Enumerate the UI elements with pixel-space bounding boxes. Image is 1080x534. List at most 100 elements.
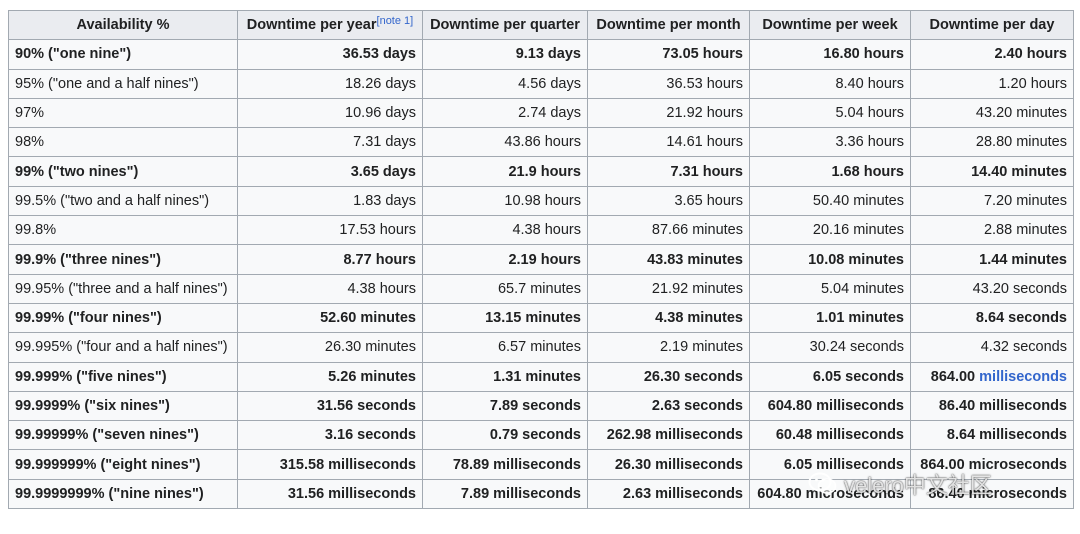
cell-downtime-quarter: 78.89 milliseconds [422, 449, 588, 480]
cell-availability: 99% ("two nines") [8, 156, 238, 187]
cell-downtime-day: 43.20 minutes [910, 97, 1074, 129]
table-row: 99.95% ("three and a half nines") 4.38 ho… [8, 273, 1074, 304]
cell-availability: 90% ("one nine") [8, 39, 238, 70]
cell-downtime-day: 86.40 milliseconds [910, 390, 1074, 422]
cell-downtime-month: 87.66 minutes [587, 215, 750, 246]
cell-availability: 97% [8, 97, 238, 129]
header-downtime-quarter[interactable]: Downtime per quarter [422, 9, 588, 41]
cell-downtime-week: 60.48 milliseconds [749, 420, 911, 451]
cell-downtime-month: 73.05 hours [587, 39, 750, 70]
cell-downtime-quarter: 65.7 minutes [422, 273, 588, 304]
table-row: 90% ("one nine") 36.53 days 9.13 days 73.05… [8, 39, 1074, 70]
cell-downtime-month: 4.38 minutes [587, 302, 750, 334]
table-row: 99.9999999% ("nine nines") 31.56 millisec… [8, 478, 1074, 510]
cell-downtime-month: 43.83 minutes [587, 244, 750, 275]
cell-downtime-quarter: 2.19 hours [422, 244, 588, 275]
cell-downtime-year: 31.56 milliseconds [237, 478, 423, 510]
cell-downtime-day: 1.20 hours [910, 68, 1074, 99]
cell-downtime-year: 315.58 milliseconds [237, 449, 423, 480]
cell-downtime-day: 43.20 seconds [910, 273, 1074, 304]
cell-downtime-year: 17.53 hours [237, 215, 423, 246]
cell-downtime-week: 16.80 hours [749, 39, 911, 70]
cell-downtime-day: 7.20 minutes [910, 185, 1074, 217]
cell-availability: 99.99999% ("seven nines") [8, 420, 238, 451]
cell-downtime-quarter: 43.86 hours [422, 127, 588, 158]
cell-availability: 99.999999% ("eight nines") [8, 449, 238, 480]
cell-downtime-week: 10.08 minutes [749, 244, 911, 275]
cell-availability: 98% [8, 127, 238, 158]
cell-downtime-day: 14.40 minutes [910, 156, 1074, 187]
cell-downtime-day: 86.40 microseconds [910, 478, 1074, 510]
cell-downtime-week: 604.80 microseconds [749, 478, 911, 510]
cell-downtime-week: 6.05 milliseconds [749, 449, 911, 480]
table-row: 98% 7.31 days 43.86 hours 14.61 hours 3.36 h… [8, 127, 1074, 158]
availability-table: Availability % Downtime per year[note 1]… [8, 9, 1074, 510]
cell-downtime-day: 8.64 seconds [910, 302, 1074, 334]
table-row: 99.999% ("five nines") 5.26 minutes 1.31 m… [8, 361, 1074, 392]
header-downtime-week[interactable]: Downtime per week [749, 9, 911, 41]
cell-downtime-day: 4.32 seconds [910, 332, 1074, 363]
cell-downtime-year: 18.26 days [237, 68, 423, 99]
cell-downtime-month: 26.30 milliseconds [587, 449, 750, 480]
table-row: 99.8% 17.53 hours 4.38 hours 87.66 minutes 2… [8, 215, 1074, 246]
cell-downtime-quarter: 6.57 minutes [422, 332, 588, 363]
cell-downtime-year: 31.56 seconds [237, 390, 423, 422]
cell-downtime-week: 5.04 minutes [749, 273, 911, 304]
cell-downtime-week: 5.04 hours [749, 97, 911, 129]
cell-downtime-week: 1.01 minutes [749, 302, 911, 334]
header-downtime-month[interactable]: Downtime per month [587, 9, 750, 41]
table-row: 99.995% ("four and a half nines") 26.30 m… [8, 332, 1074, 363]
table-row: 99.999999% ("eight nines") 315.58 millise… [8, 449, 1074, 480]
cell-downtime-week: 6.05 seconds [749, 361, 911, 392]
table-row: 99.99999% ("seven nines") 3.16 seconds 0.7… [8, 420, 1074, 451]
header-availability[interactable]: Availability % [8, 9, 238, 41]
cell-downtime-year: 7.31 days [237, 127, 423, 158]
cell-downtime-year: 4.38 hours [237, 273, 423, 304]
cell-availability: 99.9999999% ("nine nines") [8, 478, 238, 510]
cell-downtime-quarter: 4.38 hours [422, 215, 588, 246]
table-row: 95% ("one and a half nines") 18.26 days 4.… [8, 68, 1074, 99]
header-downtime-day[interactable]: Downtime per day [910, 9, 1074, 41]
cell-downtime-quarter: 2.74 days [422, 97, 588, 129]
cell-downtime-year: 10.96 days [237, 97, 423, 129]
availability-table-container: Availability % Downtime per year[note 1]… [8, 9, 1074, 510]
cell-downtime-year: 26.30 minutes [237, 332, 423, 363]
cell-value: 864.00 [930, 368, 980, 385]
cell-downtime-quarter: 4.56 days [422, 68, 588, 99]
table-row: 99.9999% ("six nines") 31.56 seconds 7.89 … [8, 390, 1074, 422]
cell-downtime-month: 2.19 minutes [587, 332, 750, 363]
note-1-link[interactable]: [note 1] [377, 15, 414, 27]
cell-downtime-month: 21.92 hours [587, 97, 750, 129]
cell-downtime-quarter: 10.98 hours [422, 185, 588, 217]
cell-downtime-day: 864.00 microseconds [910, 449, 1074, 480]
cell-downtime-month: 2.63 milliseconds [587, 478, 750, 510]
cell-availability: 99.9% ("three nines") [8, 244, 238, 275]
cell-downtime-year: 1.83 days [237, 185, 423, 217]
table-body: 90% ("one nine") 36.53 days 9.13 days 73.05… [8, 39, 1074, 510]
cell-availability: 99.9999% ("six nines") [8, 390, 238, 422]
cell-downtime-week: 20.16 minutes [749, 215, 911, 246]
cell-availability: 99.999% ("five nines") [8, 361, 238, 392]
cell-downtime-quarter: 21.9 hours [422, 156, 588, 187]
cell-downtime-quarter: 7.89 seconds [422, 390, 588, 422]
milliseconds-link[interactable]: milliseconds [979, 369, 1067, 385]
cell-downtime-month: 36.53 hours [587, 68, 750, 99]
cell-downtime-month: 26.30 seconds [587, 361, 750, 392]
cell-downtime-quarter: 1.31 minutes [422, 361, 588, 392]
cell-downtime-year: 52.60 minutes [237, 302, 423, 334]
cell-downtime-day: 2.40 hours [910, 39, 1074, 70]
cell-downtime-week: 30.24 seconds [749, 332, 911, 363]
cell-availability: 99.99% ("four nines") [8, 302, 238, 334]
cell-downtime-month: 262.98 milliseconds [587, 420, 750, 451]
header-downtime-year[interactable]: Downtime per year[note 1] [237, 9, 423, 41]
table-row: 97% 10.96 days 2.74 days 21.92 hours 5.04 ho… [8, 97, 1074, 129]
table-row: 99% ("two nines") 3.65 days 21.9 hours 7.31… [8, 156, 1074, 187]
cell-downtime-quarter: 9.13 days [422, 39, 588, 70]
cell-availability: 95% ("one and a half nines") [8, 68, 238, 99]
cell-downtime-day: 864.00 milliseconds [910, 361, 1074, 392]
cell-downtime-month: 7.31 hours [587, 156, 750, 187]
cell-downtime-month: 14.61 hours [587, 127, 750, 158]
cell-downtime-day: 2.88 minutes [910, 215, 1074, 246]
cell-downtime-quarter: 13.15 minutes [422, 302, 588, 334]
cell-downtime-month: 2.63 seconds [587, 390, 750, 422]
